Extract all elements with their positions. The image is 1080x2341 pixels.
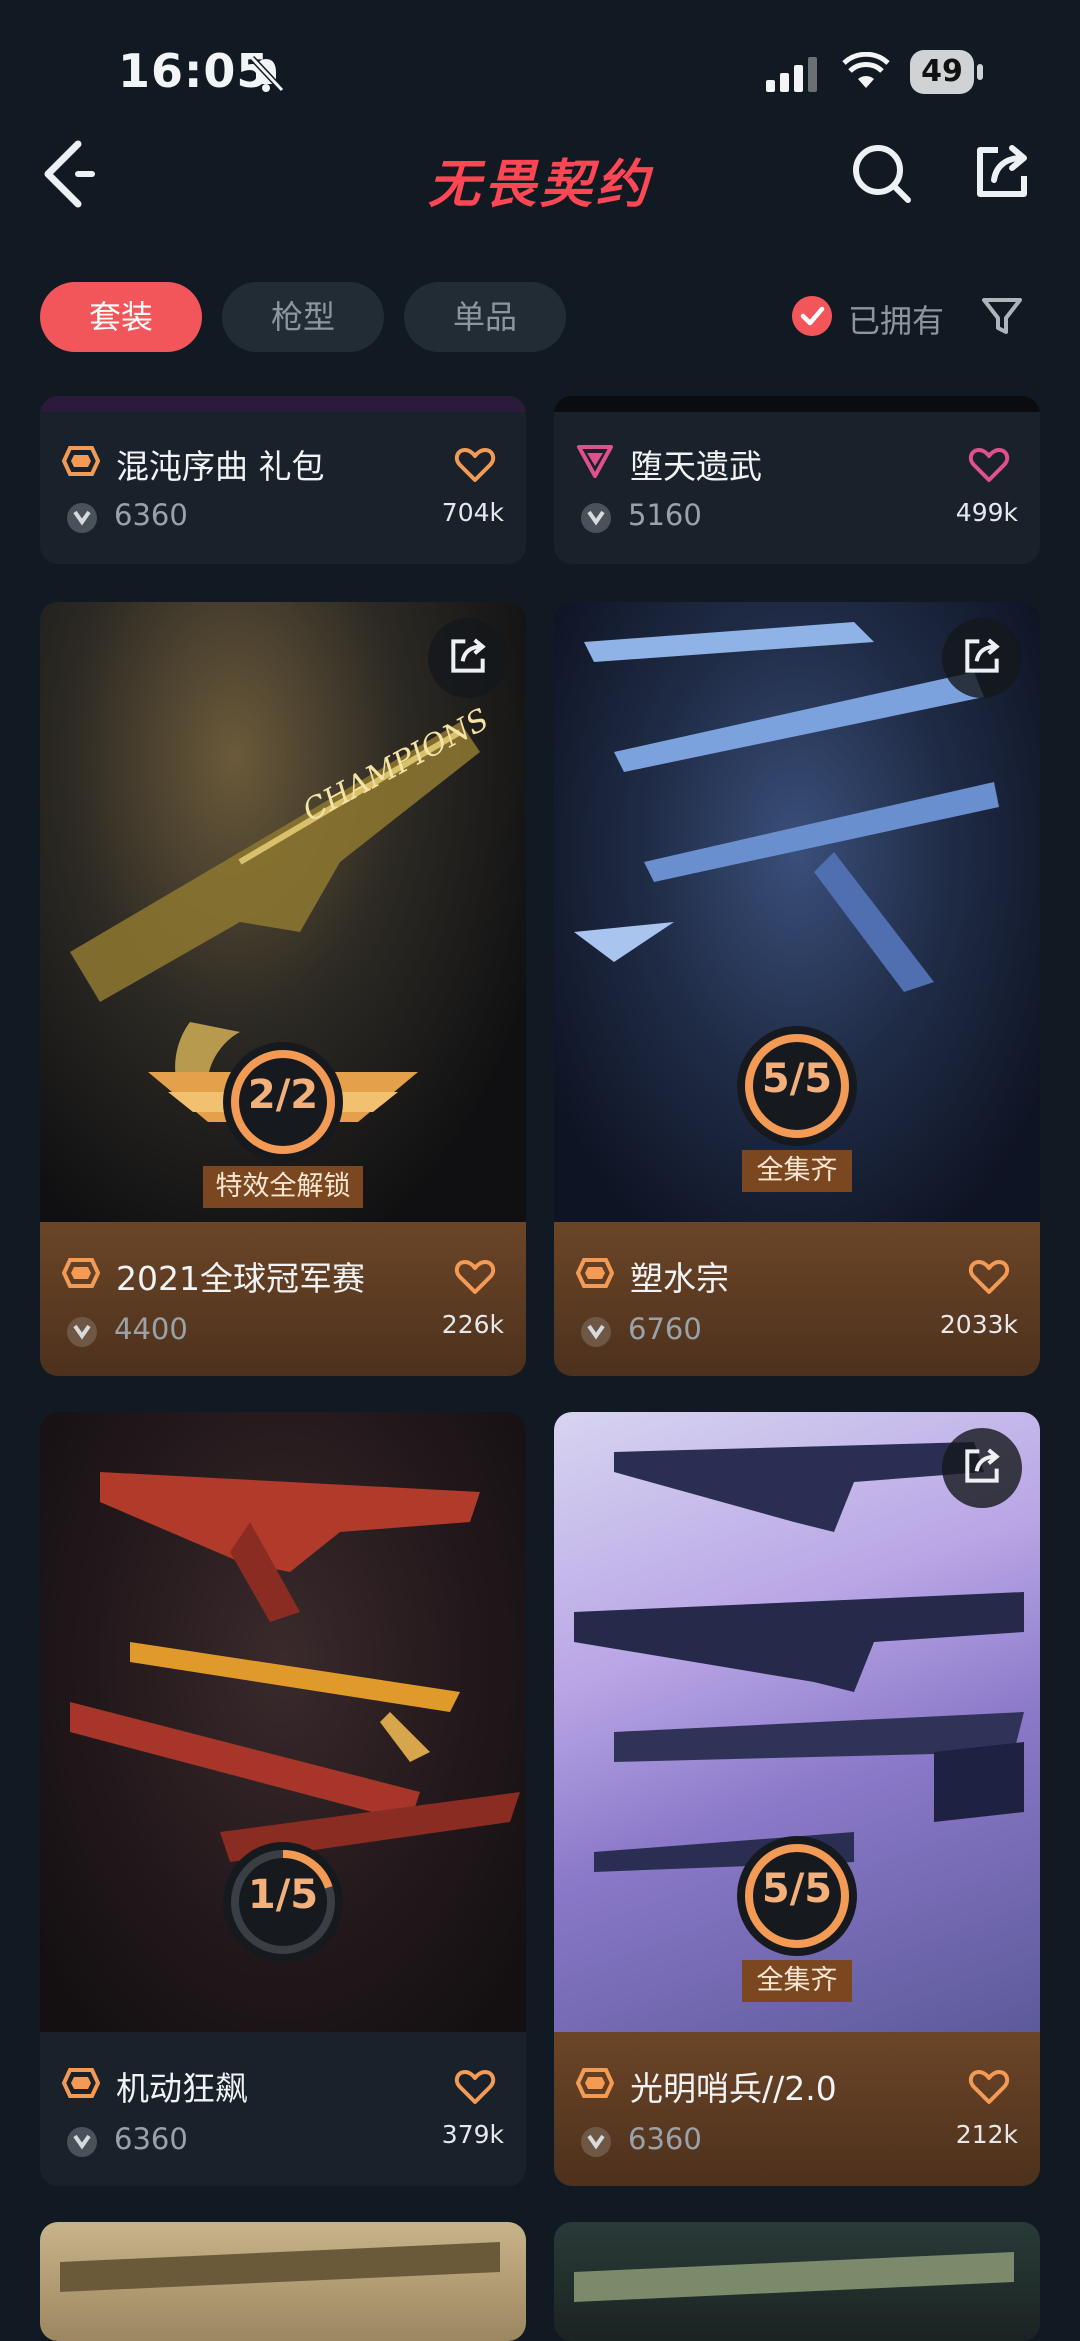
bundle-card[interactable]: 5/5 全集齐 光明哨兵//2.0 6360 212k [554,1412,1040,2186]
heart-icon[interactable] [968,2068,1010,2106]
like-count: 212k [955,2120,1018,2149]
deluxe-tier-icon [62,446,100,476]
share-icon [965,638,1000,673]
bundle-price: 6760 [628,1312,702,1346]
bundle-name: 2021全球冠军赛 [116,1259,365,1298]
deluxe-tier-icon [62,2068,100,2098]
valorant-points-icon [581,1317,611,1347]
progress-fraction: 2/2 [247,1072,319,1118]
bundle-price: 6360 [628,2122,702,2156]
battery-indicator: 49 [910,50,984,94]
share-icon [965,1448,1000,1483]
bundle-card[interactable]: 5/5 全集齐 塑水宗 6760 2033k [554,602,1040,1376]
cellular-signal-icon [766,57,817,92]
valorant-points-icon [67,503,97,533]
bundle-artwork [40,2222,526,2341]
bundle-artwork [554,2222,1040,2341]
progress-badge: 1/5 [40,1842,526,1982]
progress-ribbon: 全集齐 [742,1960,852,2002]
heart-icon[interactable] [454,446,496,484]
owned-label: 已拥有 [848,302,945,340]
heart-icon[interactable] [454,2068,496,2106]
like-count: 226k [441,1310,504,1339]
share-icon[interactable] [972,142,1032,202]
bundle-name: 光明哨兵//2.0 [630,2069,837,2108]
filter-icon[interactable] [980,294,1024,338]
valorant-points-icon [581,503,611,533]
share-icon [451,638,486,673]
progress-ribbon: 特效全解锁 [203,1166,363,1208]
valorant-points-icon [67,1317,97,1347]
muted-bell-icon [249,55,285,93]
bundle-card[interactable]: 混沌序曲 礼包 6360 704k [40,396,526,564]
checkbox-checked-icon[interactable] [792,296,832,336]
heart-icon[interactable] [454,1258,496,1296]
tab-gun-type[interactable]: 枪型 [222,282,384,352]
page-title: 无畏契约 [427,155,652,215]
progress-fraction: 5/5 [761,1866,833,1912]
search-icon[interactable] [850,142,914,206]
card-share-button[interactable] [428,618,508,698]
like-count: 2033k [939,1310,1018,1339]
wifi-icon [842,52,890,88]
bundle-card[interactable]: 堕天遗武 5160 499k [554,396,1040,564]
battery-level: 49 [910,50,974,94]
bundle-price: 6360 [114,2122,188,2156]
bundle-name: 机动狂飙 [116,2069,248,2108]
heart-icon[interactable] [968,446,1010,484]
progress-badge: 2/2 特效全解锁 [40,1042,526,1232]
bundle-name: 混沌序曲 礼包 [116,447,325,486]
bundle-price: 4400 [114,1312,188,1346]
progress-ribbon: 全集齐 [742,1150,852,1192]
card-share-button[interactable] [942,618,1022,698]
bundle-price: 5160 [628,498,702,532]
valorant-points-icon [581,2127,611,2157]
tab-single-item[interactable]: 单品 [404,282,566,352]
bundle-name: 塑水宗 [630,1259,729,1298]
status-bar: 16:05 49 [0,0,1080,140]
deluxe-tier-icon [576,1258,614,1288]
bundle-price: 6360 [114,498,188,532]
bundle-name: 堕天遗武 [630,447,762,486]
bundle-card[interactable] [554,2222,1040,2341]
card-share-button[interactable] [942,1428,1022,1508]
progress-fraction: 1/5 [247,1872,319,1918]
bundle-card[interactable]: CHAMPIONS 2/2 特效全解锁 2021全球冠军赛 4400 226k [40,602,526,1376]
valorant-points-icon [67,2127,97,2157]
like-count: 499k [955,498,1018,527]
progress-fraction: 5/5 [761,1056,833,1102]
deluxe-tier-icon [576,2068,614,2098]
deluxe-tier-icon [62,1258,100,1288]
bundle-card[interactable]: 1/5 机动狂飙 6360 379k [40,1412,526,2186]
premium-tier-icon [577,445,613,478]
heart-icon[interactable] [968,1258,1010,1296]
bundle-card[interactable] [40,2222,526,2341]
like-count: 704k [441,498,504,527]
progress-badge: 5/5 全集齐 [554,1836,1040,2032]
tab-suit[interactable]: 套装 [40,282,202,352]
progress-badge: 5/5 全集齐 [554,1026,1040,1222]
like-count: 379k [441,2120,504,2149]
